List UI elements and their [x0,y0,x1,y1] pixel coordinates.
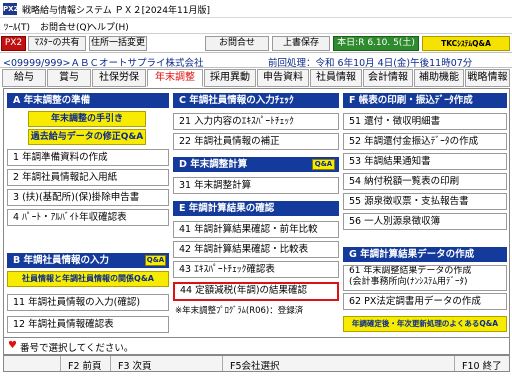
menu-item-55[interactable]: 55 源泉徴収票・支払報告書 [343,193,507,210]
year-end-guide-button[interactable]: 年末調整の手引き [28,111,146,127]
menu-item-42[interactable]: 42 年調計算結果確認・比較表 [173,241,339,258]
year-end-faq-button[interactable]: 年調確定後・年次更新処理のよくあるQ&A [343,316,507,332]
menu-item-1[interactable]: 1 年調準備資料の作成 [7,149,169,166]
px2-badge: PX2 [1,36,26,51]
menu-item-51[interactable]: 51 還付・徴収明細書 [343,113,507,130]
address-change-button[interactable]: 住所一括変更 [89,36,147,51]
company-name: <09999/999>ＡＢＣオートサプライ株式会社 [3,58,204,69]
menu-item-21[interactable]: 21 入力内容のｴｷｽﾊﾟｰﾄﾁｪｯｸ [173,113,339,130]
menu-inquiry[interactable]: お問合せ(Q) [40,20,90,33]
tab-auxiliary[interactable]: 補助機能 [414,69,464,87]
section-g-title: G 年調計算結果データの作成 [343,247,507,262]
menu-item-54[interactable]: 54 納付税額一覧表の印刷 [343,173,507,190]
section-e-title: E 年調計算結果の確認 [173,201,339,216]
menu-item-53[interactable]: 53 年調結果通知書 [343,153,507,170]
date-display: 本日:R 6.10. 5(土) [333,36,419,51]
title-bar: PX2 戦略給与情報システム ＰＸ２[2024年11月版] [0,0,512,18]
menu-tools[interactable]: ﾂｰﾙ(T) [4,20,30,33]
fkey-divider [60,356,61,371]
fkey-divider [110,356,111,371]
section-c-title: C 年調社員情報の入力ﾁｪｯｸ [173,93,339,108]
toolbar: PX2 ﾏｽﾀｰの共有 住所一括変更 お問合せ 上書保存 本日:R 6.10. … [0,34,512,53]
app-icon: PX2 [3,3,19,15]
menu-item-4[interactable]: 4 ﾊﾟｰﾄ・ｱﾙﾊﾞｲﾄ年収確認表 [7,209,169,226]
menu-item-52[interactable]: 52 年調還付金振込ﾃﾞｰﾀの作成 [343,133,507,150]
fkey-divider [222,356,223,371]
tab-hiring-transfer[interactable]: 採用異動 [204,69,256,87]
menu-item-43[interactable]: 43 ｴｷｽﾊﾟｰﾄﾁｪｯｸ確認表 [173,261,339,278]
tab-bonus[interactable]: 賞与 [47,69,91,87]
menu-bar: ﾂｰﾙ(T) お問合せ(Q) ヘルプ(H) [0,18,512,34]
master-share-button[interactable]: ﾏｽﾀｰの共有 [28,36,86,51]
tab-bar: 給与 賞与 社保労保 年末調整 採用異動 申告資料 社員情報 会計情報 補助機能… [0,68,512,88]
tab-strategy-info[interactable]: 戦略情報 [465,69,510,87]
menu-item-41[interactable]: 41 年調計算結果確認・前年比較 [173,221,339,238]
menu-item-22[interactable]: 22 年調社員情報の補正 [173,133,339,150]
f2-prev-page-button[interactable]: F2 前頁 [68,358,102,372]
menu-item-2[interactable]: 2 年調社員情報記入用紙 [7,169,169,186]
menu-item-31[interactable]: 31 年末調整計算 [173,177,339,194]
tkc-qa-button[interactable]: TKCｼｽﾃﾑQ&A [422,36,510,51]
section-a-title: A 年末調整の準備 [7,93,169,108]
menu-item-44[interactable]: 44 定額減税(年調)の結果確認 [173,282,339,301]
section-d-qa-button[interactable]: Q&A [312,159,335,170]
menu-item-61[interactable]: 61 年末調整結果データの作成 (会計事務所向(ﾅﾝｼｽﾃﾑ用ﾃﾞｰﾀ) [343,265,507,291]
previous-process-time: 前回処理：令和 6年10月 4日(金)午後11時07分 [268,58,473,69]
section-b-qa-button[interactable]: Q&A [145,255,166,266]
inquiry-button[interactable]: お問合せ [205,36,269,51]
window-title: 戦略給与情報システム ＰＸ２[2024年11月版] [22,6,210,16]
tab-social-insurance[interactable]: 社保労保 [92,69,146,87]
menu-item-3[interactable]: 3 (扶)(基配所)(保)掛除申告書 [7,189,169,206]
employee-info-relation-qa-button[interactable]: 社員情報と年調社員情報の関係Q&A [7,271,169,287]
program-status-note: ※年末調整ﾌﾟﾛｸﾞﾗﾑ(R06)：登録済 [175,306,304,316]
tab-filing-documents[interactable]: 申告資料 [257,69,309,87]
main-panel: A 年末調整の準備 年末調整の手引き 過去給与データの修正Q&A 1 年調準備資… [3,88,510,338]
section-f-title: F 帳表の印刷・振込ﾃﾞｰﾀ作成 [343,93,507,108]
heart-icon: ♥ [8,340,17,351]
menu-item-62[interactable]: 62 PX法定調書用データの作成 [343,293,507,310]
tab-year-end-adjustment[interactable]: 年末調整 [147,69,203,87]
f3-next-page-button[interactable]: F3 次頁 [118,358,152,372]
tab-accounting-info[interactable]: 会計情報 [363,69,413,87]
tab-employee-info[interactable]: 社員情報 [310,69,362,87]
past-salary-fix-qa-button[interactable]: 過去給与データの修正Q&A [28,129,146,145]
info-bar: <09999/999>ＡＢＣオートサプライ株式会社 前回処理：令和 6年10月 … [0,53,512,69]
menu-item-11[interactable]: 11 年調社員情報の入力(確認) [7,294,169,311]
overwrite-save-button[interactable]: 上書保存 [272,36,330,51]
notice-bar: ♥ 番号で選択してください。 [3,338,510,355]
menu-item-56[interactable]: 56 一人別源泉徴収簿 [343,213,507,230]
menu-help[interactable]: ヘルプ(H) [88,20,129,33]
tab-salary[interactable]: 給与 [2,69,46,87]
function-key-bar: F2 前頁 F3 次頁 F5会社選択 F10 終了 [3,355,510,372]
menu-item-12[interactable]: 12 年調社員情報確認表 [7,316,169,333]
f10-exit-button[interactable]: F10 終了 [462,358,502,372]
notice-text: 番号で選択してください。 [20,343,134,354]
fkey-divider [454,356,455,371]
f5-company-select-button[interactable]: F5会社選択 [230,358,280,372]
